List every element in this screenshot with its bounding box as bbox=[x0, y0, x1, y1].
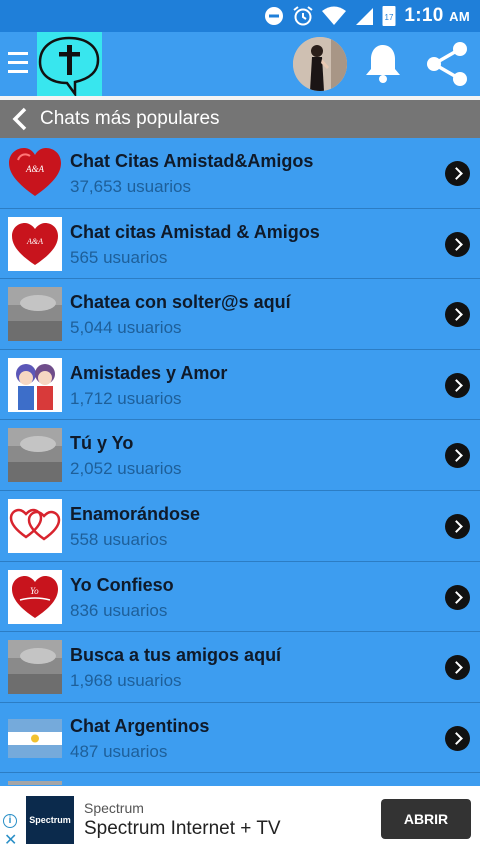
calendar-icon: 17 bbox=[382, 6, 396, 26]
chat-user-count: 1,712 usuarios bbox=[70, 388, 182, 408]
svg-text:A&A: A&A bbox=[26, 237, 43, 246]
chat-row[interactable]: Tú y Yo 2,052 usuarios bbox=[0, 420, 480, 491]
signal-icon bbox=[356, 8, 374, 25]
chat-row[interactable]: Chatea con solter@s aquí 5,044 usuarios bbox=[0, 279, 480, 350]
ad-brand: Spectrum bbox=[84, 800, 144, 816]
chat-user-count: 565 usuarios bbox=[70, 247, 168, 267]
chevron-right-icon[interactable] bbox=[445, 443, 470, 469]
chevron-right-icon[interactable] bbox=[445, 725, 470, 751]
chat-name: Chatea con solter@s aquí bbox=[70, 292, 291, 313]
profile-avatar[interactable] bbox=[293, 37, 347, 91]
spectrum-logo: Spectrum bbox=[26, 796, 74, 844]
cross-chat-logo[interactable] bbox=[37, 32, 102, 98]
chat-row[interactable]: Amistades y Amor 1,712 usuarios bbox=[0, 350, 480, 421]
chat-row[interactable]: Yo Yo Confieso 836 usuarios bbox=[0, 562, 480, 633]
bell-icon[interactable] bbox=[363, 42, 403, 84]
chat-name: Amistades y Amor bbox=[70, 362, 228, 383]
chat-user-count: 836 usuarios bbox=[70, 600, 168, 620]
chevron-right-icon[interactable] bbox=[445, 372, 470, 398]
gray-photo-thumb bbox=[8, 781, 62, 785]
dnd-icon bbox=[265, 7, 284, 25]
argentina-flag-thumb bbox=[8, 710, 62, 765]
chat-name: Enamorándose bbox=[70, 503, 201, 524]
hearts-badge-thumb: A&A bbox=[8, 146, 62, 200]
chat-name: Busca a tus amigos aquí bbox=[70, 645, 282, 666]
heart-badge-thumb: A&A bbox=[8, 216, 62, 271]
chevron-right-icon[interactable] bbox=[445, 513, 470, 539]
chevron-right-icon[interactable] bbox=[445, 655, 470, 681]
chevron-right-icon[interactable] bbox=[445, 584, 470, 610]
chat-name: Chat Argentinos bbox=[70, 715, 210, 736]
section-title: Chats más populares bbox=[40, 108, 220, 129]
chat-user-count: 487 usuarios bbox=[70, 741, 168, 761]
anime-couple-thumb bbox=[8, 357, 62, 412]
chat-row[interactable]: Chat Argentinos 487 usuarios bbox=[0, 703, 480, 774]
chat-user-count: 37,653 usuarios bbox=[70, 177, 191, 196]
menu-icon[interactable] bbox=[8, 52, 28, 76]
gray-photo-thumb bbox=[8, 640, 62, 695]
share-icon[interactable] bbox=[424, 40, 470, 88]
wifi-icon bbox=[322, 6, 347, 25]
ad-title: Spectrum Internet + TV bbox=[84, 818, 281, 839]
chevron-right-icon[interactable] bbox=[445, 161, 470, 186]
chat-user-count: 2,052 usuarios bbox=[70, 459, 182, 479]
chat-user-count: 558 usuarios bbox=[70, 529, 168, 549]
clock: 1:10 AM bbox=[404, 5, 470, 26]
chat-name: Chat Citas Amistad&Amigos bbox=[70, 151, 314, 171]
chat-list: A&A Chat Citas Amistad&Amigos 37,653 usu… bbox=[0, 138, 480, 785]
section-header: Chats más populares bbox=[0, 100, 480, 138]
info-icon[interactable]: i bbox=[3, 814, 17, 828]
chat-name: Tú y Yo bbox=[70, 433, 134, 454]
svg-text:Yo: Yo bbox=[30, 586, 39, 596]
svg-text:A&A: A&A bbox=[25, 164, 44, 174]
open-button[interactable]: ABRIR bbox=[381, 799, 471, 839]
chat-user-count: 5,044 usuarios bbox=[70, 318, 182, 338]
two-hearts-thumb bbox=[8, 498, 62, 553]
svg-text:17: 17 bbox=[385, 13, 394, 22]
app-bar bbox=[0, 32, 480, 98]
chat-row[interactable]: Busca a tus amigos aquí 1,968 usuarios bbox=[0, 632, 480, 703]
gray-photo-thumb bbox=[8, 428, 62, 483]
close-icon[interactable]: ✕ bbox=[4, 833, 17, 849]
chevron-left-icon[interactable] bbox=[10, 107, 30, 131]
chat-row-partial[interactable] bbox=[0, 773, 480, 785]
chat-user-count: 1,968 usuarios bbox=[70, 671, 182, 691]
chat-row[interactable]: A&A Chat Citas Amistad&Amigos 37,653 usu… bbox=[0, 138, 480, 209]
alarm-icon bbox=[293, 6, 313, 26]
confieso-heart-thumb: Yo bbox=[8, 569, 62, 624]
chat-row[interactable]: A&A Chat citas Amistad & Amigos 565 usua… bbox=[0, 209, 480, 280]
chat-row[interactable]: Enamorándose 558 usuarios bbox=[0, 491, 480, 562]
gray-photo-thumb bbox=[8, 287, 62, 342]
chat-name: Chat citas Amistad & Amigos bbox=[70, 221, 320, 242]
chevron-right-icon[interactable] bbox=[445, 302, 470, 328]
ad-banner[interactable]: i ✕ Spectrum Spectrum Spectrum Internet … bbox=[0, 786, 480, 853]
chat-name: Yo Confieso bbox=[70, 574, 174, 595]
chevron-right-icon[interactable] bbox=[445, 231, 470, 257]
status-bar: 17 1:10 AM bbox=[0, 0, 480, 32]
